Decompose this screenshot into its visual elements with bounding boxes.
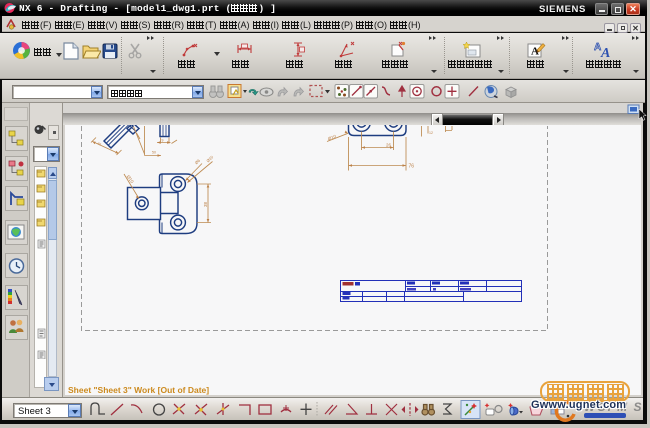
svg-text:12: 12 [429,131,433,135]
svg-text:Ø6: Ø6 [194,157,202,165]
svg-text:Ø10: Ø10 [327,134,337,142]
svg-text:26: 26 [386,142,392,147]
svg-text:38: 38 [203,201,208,207]
svg-text:50: 50 [152,151,156,155]
svg-text:A: A [600,46,610,59]
svg-text:76: 76 [409,164,415,170]
svg-text:9: 9 [162,139,164,143]
svg-text:Ø10: Ø10 [205,154,215,163]
